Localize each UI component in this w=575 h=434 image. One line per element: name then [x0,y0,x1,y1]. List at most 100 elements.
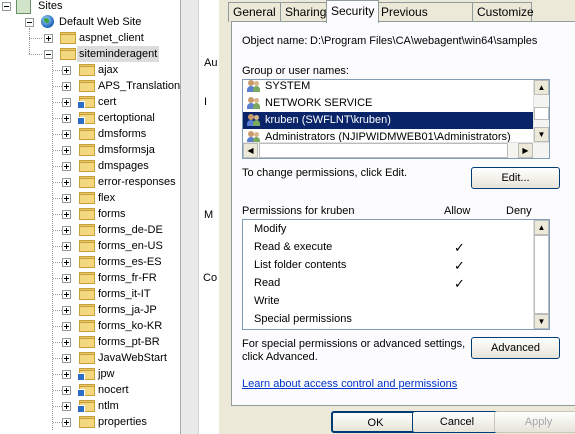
apply-button[interactable]: Apply [494,411,575,433]
expand-icon[interactable] [62,386,71,395]
tree-item[interactable]: forms_en-US [0,238,180,254]
collapse-icon[interactable] [44,50,53,59]
expand-icon[interactable] [62,194,71,203]
scroll-thumb[interactable] [534,235,549,314]
expand-icon[interactable] [62,114,71,123]
tree-item[interactable]: certoptional [0,110,180,126]
scroll-thumb[interactable] [534,107,549,120]
tree-item-label: cert [98,96,117,108]
tab-customize[interactable]: Customize [472,2,534,22]
tree-item[interactable]: nocert [0,382,180,398]
horizontal-scrollbar[interactable]: ◀ ▶ [243,142,549,158]
advanced-button[interactable]: Advanced [471,337,560,359]
tab-general[interactable]: General [228,2,283,22]
permission-name: Special permissions [254,313,352,325]
tree-item[interactable]: forms_fr-FR [0,270,180,286]
tree-item[interactable]: forms_de-DE [0,222,180,238]
tab-previous-versions[interactable]: Previous Versions [376,2,476,37]
site-tree[interactable]: Sites Default Web Site aspnet_client site… [0,0,180,434]
tree-item[interactable]: aspnet_client [0,30,180,46]
vertical-scrollbar[interactable]: ▲ ▼ [533,220,549,329]
tree-item[interactable]: ajax [0,62,180,78]
tree-item[interactable]: forms_ko-KR [0,318,180,334]
tree-item-label: Default Web Site [59,16,142,28]
tree-item-default-web-site[interactable]: Default Web Site [0,14,180,30]
vertical-scrollbar[interactable]: ▲ ▼ [533,80,549,142]
tree-item[interactable]: forms [0,206,180,222]
expand-icon[interactable] [62,370,71,379]
expand-icon[interactable] [62,258,71,267]
tree-item[interactable]: siteminderagent [0,46,180,62]
group-list-item[interactable]: SYSTEM [243,80,533,95]
expand-icon[interactable] [62,274,71,283]
tree-item[interactable]: APS_Translation [0,78,180,94]
group-name: NETWORK SERVICE [265,97,373,109]
expand-icon[interactable] [62,418,71,427]
sites-icon [16,0,31,14]
tree-item-label: siteminderagent [77,46,160,62]
folder-icon [79,176,95,188]
scroll-up-button[interactable]: ▲ [534,220,549,235]
expand-icon[interactable] [62,210,71,219]
tree-item[interactable]: cert [0,94,180,110]
scroll-thumb[interactable] [259,143,508,158]
scroll-up-button[interactable]: ▲ [534,80,549,95]
scroll-down-button[interactable]: ▼ [534,314,549,329]
tab-security[interactable]: Security [326,0,379,23]
application-folder-icon [77,400,95,413]
group-list-item[interactable]: kruben (SWFLNT\kruben) [243,112,533,129]
tree-item[interactable]: dmsforms [0,126,180,142]
expand-icon[interactable] [62,146,71,155]
user-group-icon [247,80,261,93]
expand-icon[interactable] [62,162,71,171]
scroll-right-button[interactable]: ▶ [518,143,533,158]
scroll-down-button[interactable]: ▼ [534,127,549,142]
expand-icon[interactable] [44,34,53,43]
expand-icon[interactable] [62,338,71,347]
expand-icon[interactable] [62,354,71,363]
tree-item[interactable]: JavaWebStart [0,350,180,366]
learn-more-link[interactable]: Learn about access control and permissio… [242,378,457,390]
tree-item-label: JavaWebStart [98,352,167,364]
tree-item[interactable]: flex [0,190,180,206]
permission-row: Modify [243,220,543,238]
expand-icon[interactable] [62,290,71,299]
group-list-item[interactable]: NETWORK SERVICE [243,95,533,112]
permissions-list[interactable]: Special permissions Write Read ✓ List folder… [242,219,550,330]
expand-icon[interactable] [62,242,71,251]
vertical-scrollbar[interactable] [181,0,199,434]
expand-icon[interactable] [62,322,71,331]
folder-icon [79,240,95,252]
tab-sharing[interactable]: Sharing [280,2,329,22]
tree-item[interactable]: error-responses [0,174,180,190]
expand-icon[interactable] [62,130,71,139]
cancel-button[interactable]: Cancel [412,411,502,433]
tree-item-label: forms [98,208,126,220]
expand-icon[interactable] [62,226,71,235]
tree-item[interactable]: ntlm [0,398,180,414]
tree-item[interactable]: forms_es-ES [0,254,180,270]
tree-item[interactable]: properties [0,414,180,430]
collapse-icon[interactable] [2,2,11,11]
tree-item[interactable]: dmspages [0,158,180,174]
tree-item-label: flex [98,192,116,204]
tree-item-sites[interactable]: Sites [0,0,180,14]
edit-button[interactable]: Edit... [471,167,560,189]
ok-button[interactable]: OK [331,411,420,433]
permission-name: Read & execute [254,241,333,253]
tree-item-label: error-responses [98,176,176,188]
tree-item[interactable]: forms_ja-JP [0,302,180,318]
expand-icon[interactable] [62,402,71,411]
expand-icon[interactable] [62,82,71,91]
expand-icon[interactable] [62,306,71,315]
expand-icon[interactable] [62,178,71,187]
tree-item[interactable]: forms_it-IT [0,286,180,302]
tree-item[interactable]: dmsformsja [0,142,180,158]
expand-icon[interactable] [62,98,71,107]
tree-item[interactable]: forms_pt-BR [0,334,180,350]
expand-icon[interactable] [62,66,71,75]
scroll-left-button[interactable]: ◀ [243,143,258,158]
tree-item[interactable]: jpw [0,366,180,382]
collapse-icon[interactable] [25,18,34,27]
group-names-list[interactable]: Administrators (NJIPWIDMWEB01\Administra… [242,79,550,159]
